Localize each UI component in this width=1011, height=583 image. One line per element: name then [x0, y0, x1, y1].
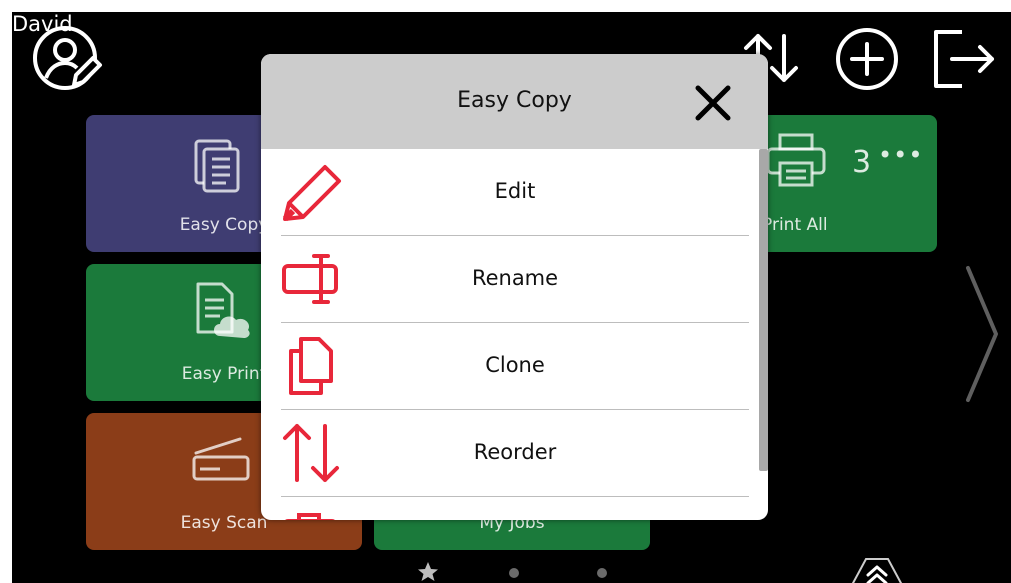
menu-item-clone[interactable]: Clone	[281, 323, 749, 410]
scrollbar[interactable]	[759, 149, 768, 471]
more-icon[interactable]: •••	[878, 141, 923, 169]
close-icon[interactable]	[692, 82, 734, 124]
favorites-star-icon[interactable]	[416, 560, 440, 583]
scanner-icon	[192, 437, 250, 481]
easy-copy-modal: Easy Copy Edit Rename Clone Reorder	[261, 54, 768, 520]
document-currency-icon	[194, 139, 240, 193]
toolbox-icon	[285, 513, 335, 520]
page-dot[interactable]	[509, 568, 519, 578]
double-chevron-up-icon[interactable]	[848, 555, 906, 583]
job-count: 3	[852, 145, 872, 180]
printer-icon	[766, 133, 826, 187]
menu-label: Clone	[485, 353, 545, 377]
page-dot[interactable]	[597, 568, 607, 578]
document-cloud-icon	[196, 282, 250, 338]
menu-item-partial[interactable]	[281, 497, 749, 520]
menu-label: Edit	[494, 179, 536, 203]
menu-label: Rename	[471, 266, 559, 290]
menu-item-edit[interactable]: Edit	[281, 149, 749, 236]
chevron-right-icon[interactable]	[962, 264, 1002, 404]
modal-header: Easy Copy	[261, 54, 768, 149]
menu-item-rename[interactable]: Rename	[281, 236, 749, 323]
add-icon[interactable]	[834, 26, 900, 92]
menu-item-reorder[interactable]: Reorder	[281, 410, 749, 497]
user-edit-icon[interactable]	[30, 21, 104, 95]
menu-label: Reorder	[473, 440, 557, 464]
device-screen: David Easy Copy Easy Print Easy Scan 3 •…	[12, 12, 1011, 583]
logout-icon[interactable]	[928, 26, 998, 92]
